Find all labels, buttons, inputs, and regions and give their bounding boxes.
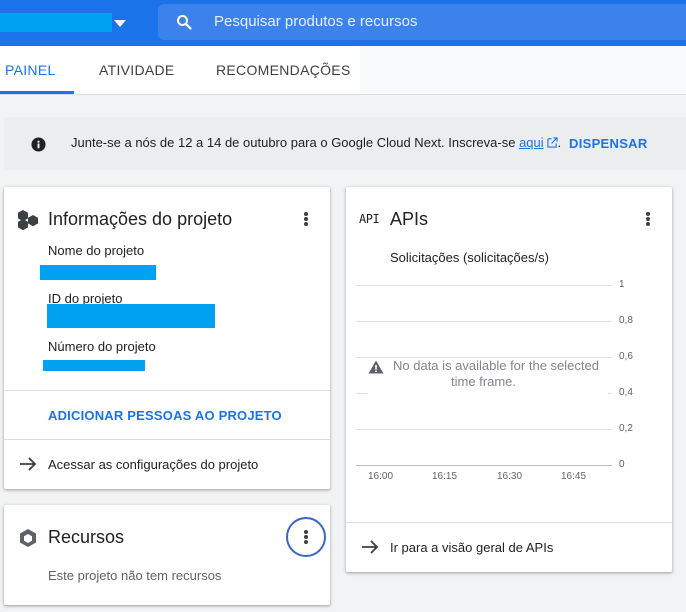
y-tick-label: 0,2 <box>619 423 633 434</box>
arrow-right-icon <box>20 457 37 471</box>
more-vert-icon[interactable] <box>636 207 660 231</box>
search-input[interactable]: Pesquisar produtos e recursos <box>214 13 417 30</box>
tab-painel[interactable]: PAINEL <box>5 62 56 78</box>
info-icon <box>31 137 46 152</box>
dismiss-button[interactable]: DISPENSAR <box>569 136 648 151</box>
divider <box>4 439 330 440</box>
project-number-label: Número do projeto <box>48 339 156 354</box>
add-people-button[interactable]: ADICIONAR PESSOAS AO PROJETO <box>48 408 282 423</box>
project-name-redacted <box>40 265 156 280</box>
x-axis-line <box>356 465 612 466</box>
resources-empty-text: Este projeto não tem recursos <box>48 568 222 583</box>
no-data-message: No data is available for the selected ti… <box>368 358 608 394</box>
warning-icon <box>368 360 384 374</box>
tab-recomendacoes[interactable]: RECOMENDAÇÕES <box>216 62 351 78</box>
banner-link[interactable]: aqui <box>519 135 544 150</box>
y-tick-label: 0 <box>619 459 625 470</box>
tabs-filler <box>360 46 686 94</box>
tab-atividade[interactable]: ATIVIDADE <box>99 62 175 78</box>
banner-message: Junte-se a nós de 12 a 14 de outubro par… <box>71 135 562 150</box>
search-bar[interactable]: Pesquisar produtos e recursos <box>158 4 686 40</box>
x-tick-label: 16:45 <box>561 471 587 482</box>
project-selector-redacted[interactable] <box>0 13 112 32</box>
resources-title: Recursos <box>48 527 125 547</box>
project-name-label: Nome do projeto <box>48 243 145 258</box>
no-data-line: No data is available for the selected <box>393 358 599 373</box>
no-data-line: time frame. <box>451 374 517 389</box>
external-link-icon[interactable] <box>547 137 558 148</box>
project-info-card: Informações do projeto Nome do projeto I… <box>4 187 330 489</box>
active-tab-indicator <box>0 91 74 94</box>
project-id-redacted <box>47 304 215 328</box>
gridline <box>356 429 612 430</box>
announcement-banner: Junte-se a nós de 12 a 14 de outubro par… <box>4 117 686 170</box>
hexagon-resource-icon <box>20 529 36 547</box>
gridline <box>356 321 612 322</box>
hexagons-icon <box>18 210 38 231</box>
divider <box>4 390 330 391</box>
project-settings-link[interactable]: Acessar as configurações do projeto <box>48 457 258 472</box>
api-icon: API <box>359 212 380 226</box>
arrow-right-icon <box>362 540 379 554</box>
apis-title: APIs <box>390 209 429 229</box>
dashboard-tabs: PAINEL ATIVIDADE RECOMENDAÇÕES <box>0 46 686 95</box>
chevron-down-icon[interactable] <box>113 17 127 29</box>
x-tick-label: 16:00 <box>368 471 394 482</box>
x-tick-label: 16:15 <box>432 471 458 482</box>
x-tick-label: 16:30 <box>497 471 523 482</box>
y-tick-label: 0,4 <box>619 387 633 398</box>
y-tick-label: 0,6 <box>619 351 633 362</box>
focus-ring <box>286 517 326 557</box>
project-number-redacted <box>43 360 145 371</box>
search-icon <box>177 15 192 30</box>
y-tick-label: 1 <box>619 279 625 290</box>
chart-title: Solicitações (solicitações/s) <box>390 250 549 265</box>
top-bar: Pesquisar produtos e recursos <box>0 0 686 46</box>
no-data-text: No data is available for the selected ti… <box>393 358 613 390</box>
y-tick-label: 0,8 <box>619 315 633 326</box>
project-info-title: Informações do projeto <box>48 209 233 229</box>
gridline <box>356 285 612 286</box>
resources-card: Recursos Este projeto não tem recursos <box>4 505 330 605</box>
more-vert-icon[interactable] <box>294 207 318 231</box>
apis-overview-link[interactable]: Ir para a visão geral de APIs <box>390 540 553 555</box>
divider <box>346 522 672 523</box>
